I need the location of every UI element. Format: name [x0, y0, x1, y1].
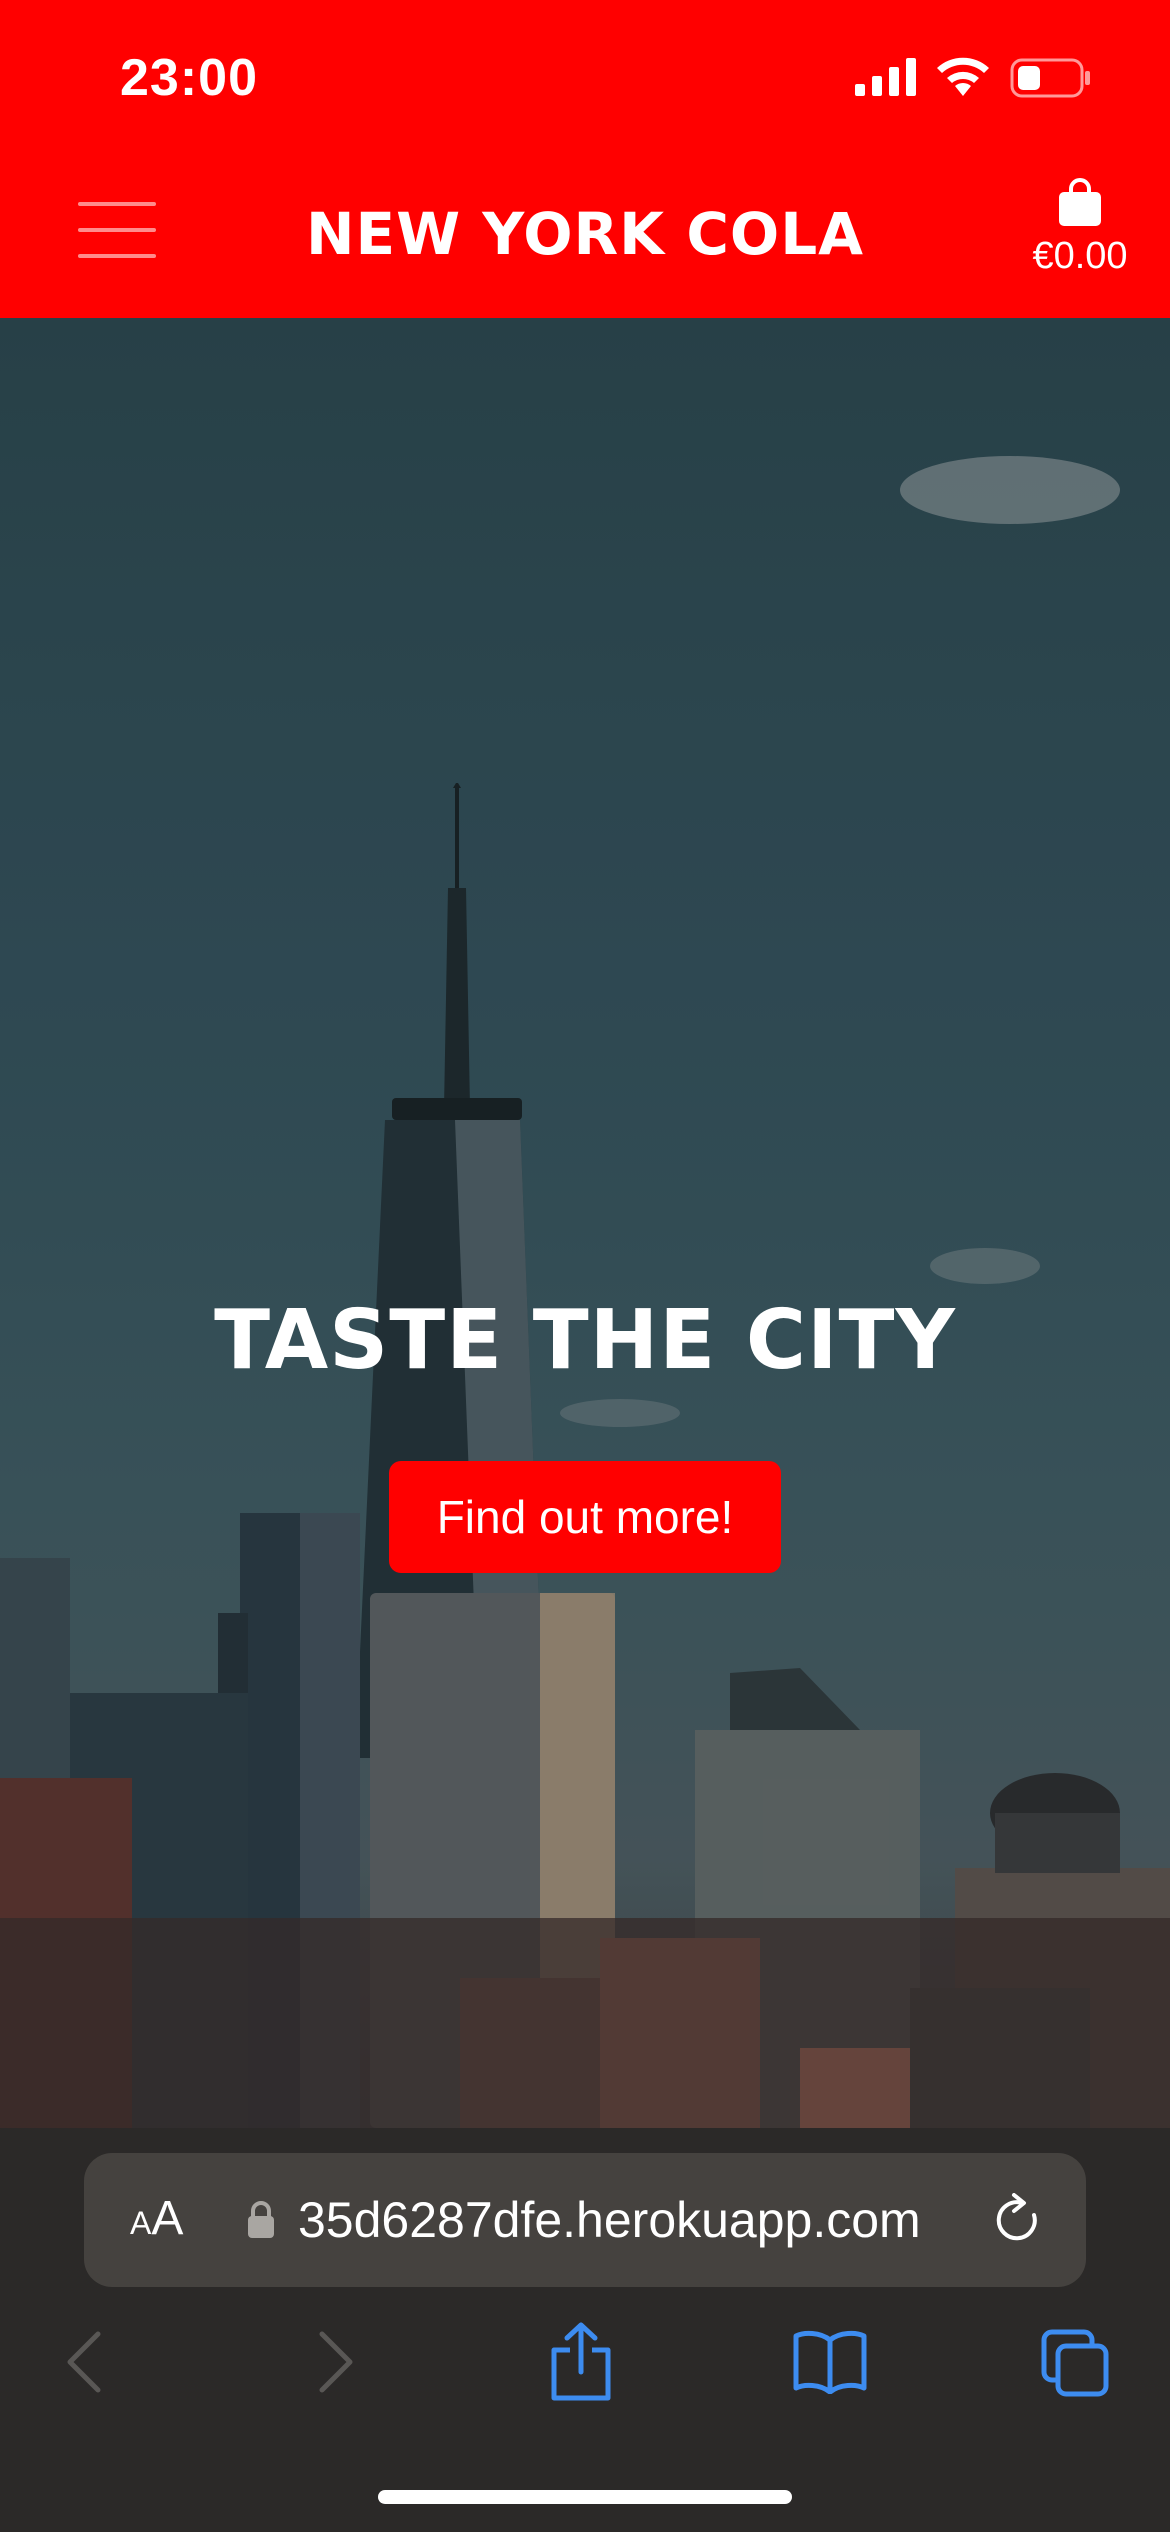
bookmarks-icon[interactable]: [792, 2328, 868, 2394]
cart-total: €0.00: [1032, 235, 1128, 277]
home-indicator[interactable]: [378, 2490, 792, 2504]
reload-icon[interactable]: [992, 2193, 1044, 2247]
text-size-button[interactable]: AA: [130, 2191, 183, 2246]
battery-icon: [1010, 58, 1090, 98]
status-bar: 23:00: [0, 0, 1170, 150]
status-time: 23:00: [120, 49, 258, 107]
back-icon[interactable]: [60, 2328, 110, 2396]
shopping-bag-icon: [1059, 178, 1101, 226]
hero-section: TASTE THE CITY Find out more!: [0, 318, 1170, 2128]
brand-title[interactable]: NEW YORK COLA: [0, 200, 1170, 268]
share-icon[interactable]: [548, 2322, 614, 2402]
tabs-icon[interactable]: [1040, 2328, 1112, 2400]
url-text: 35d6287dfe.herokuapp.com: [298, 2192, 921, 2248]
cellular-signal-icon: [855, 58, 916, 96]
wifi-icon: [937, 57, 989, 96]
hero-overlay: [0, 318, 1170, 2128]
forward-icon[interactable]: [310, 2328, 360, 2396]
cart-button[interactable]: €0.00: [1020, 178, 1140, 278]
address-bar[interactable]: AA 35d6287dfe.herokuapp.com: [84, 2153, 1086, 2287]
hero-title: TASTE THE CITY: [214, 1293, 956, 1388]
site-header: NEW YORK COLA €0.00: [0, 150, 1170, 318]
lock-icon: [248, 2201, 274, 2238]
find-out-more-button[interactable]: Find out more!: [389, 1461, 781, 1573]
safari-toolbar: AA 35d6287dfe.herokuapp.com: [0, 2128, 1170, 2532]
